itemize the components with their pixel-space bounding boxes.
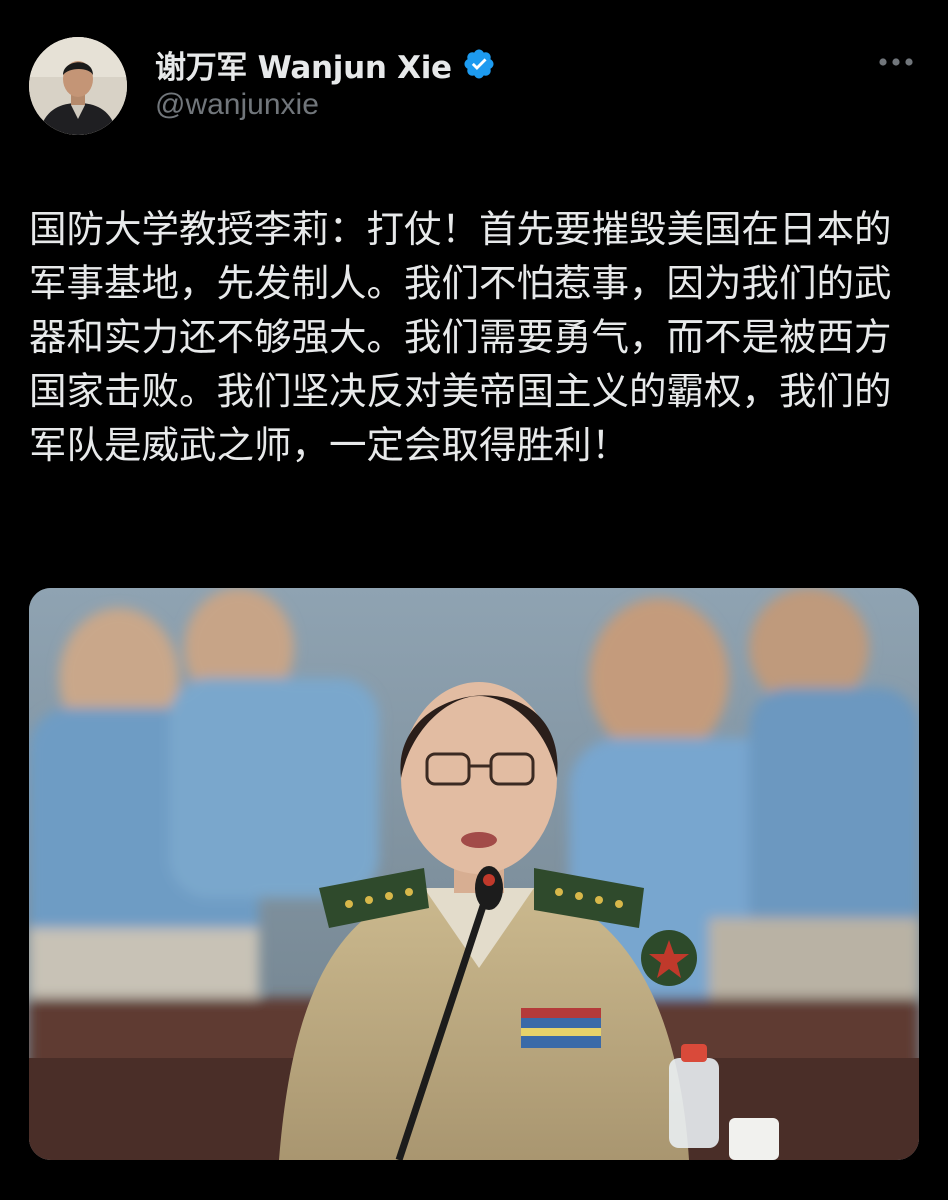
author-handle[interactable]: @wanjunxie [155,88,319,122]
avatar-image [29,37,127,135]
tweet-text: 国防大学教授李莉：打仗！首先要摧毁美国在日本的军事基地，先发制人。我们不怕惹事，… [29,207,892,467]
verified-badge-icon [462,47,496,81]
more-horizontal-icon [879,58,913,66]
author-avatar[interactable] [29,37,127,135]
media-image [29,588,919,1160]
tweet-media-photo[interactable] [29,588,919,1160]
author-display-name[interactable]: 谢万军 Wanjun Xie [155,42,452,87]
author-name-row: 谢万军 Wanjun Xie [155,40,496,88]
tweet-card: 谢万军 Wanjun Xie @wanjunxie 国防大学教授李莉：打仗！首先… [0,0,948,1200]
more-options-button[interactable] [874,44,918,80]
